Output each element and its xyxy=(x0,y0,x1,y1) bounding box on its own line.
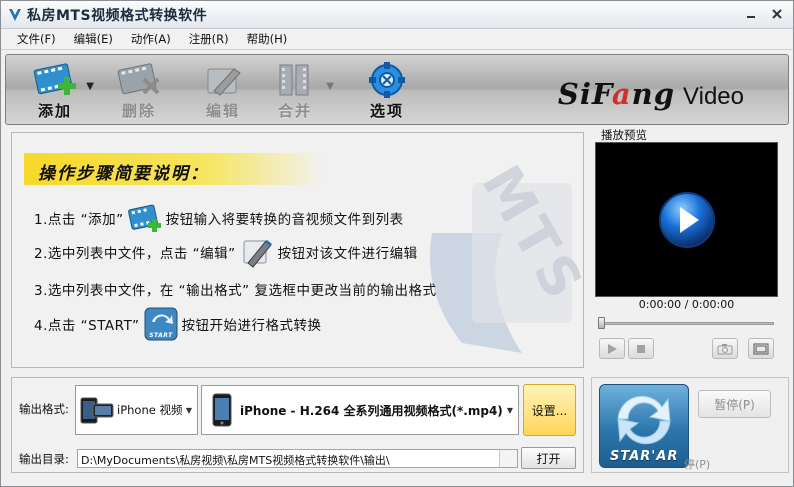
title-bar: 私房MTS视频格式转换软件 xyxy=(1,1,793,29)
step-3-text: 3.选中列表中文件，在 “输出格式” 复选框中更改当前的输出格式 xyxy=(34,283,437,299)
delete-button[interactable]: 删除 xyxy=(104,59,174,123)
stop-button-fragment[interactable]: 停(P) xyxy=(684,456,710,472)
pause-button[interactable]: 暂停(P) xyxy=(698,390,771,418)
snapshot-button[interactable] xyxy=(712,338,738,359)
chevron-down-icon[interactable]: ▼ xyxy=(181,386,197,434)
output-dir-field[interactable]: D:\MyDocuments\私房视频\私房MTS视频格式转换软件\输出\ xyxy=(77,449,518,468)
app-window: 私房MTS视频格式转换软件 文件(F) 编辑(E) 动作(A) 注册(R) 帮助… xyxy=(0,0,794,487)
menu-action[interactable]: 动作(A) xyxy=(125,31,183,47)
app-logo-icon xyxy=(9,8,21,21)
brand-logo: SiFang Video xyxy=(557,77,744,111)
playback-time: 0:00:00 / 0:00:00 xyxy=(638,298,735,311)
edit-label: 编辑 xyxy=(205,102,240,120)
merge-dropdown-icon[interactable]: ▼ xyxy=(326,81,334,92)
toolbar: 添加 ▼ 删除 编辑 合并 ▼ 选项 SiFang Video xyxy=(5,54,789,125)
add-film-icon xyxy=(33,63,76,95)
start-button[interactable]: STAR'AR xyxy=(599,384,689,468)
preview-screen xyxy=(595,142,778,297)
play-button[interactable] xyxy=(599,338,625,359)
seek-track xyxy=(600,322,774,325)
step-2-text: 2.选中列表中文件，点击 “编辑” xyxy=(34,246,236,262)
device-select[interactable]: iPhone 视频 ▼ xyxy=(75,385,198,435)
start-convert-icon: START xyxy=(144,307,178,341)
convert-arrows-icon xyxy=(617,395,671,445)
minimize-button[interactable] xyxy=(741,5,761,23)
iphone-format-icon xyxy=(212,393,232,427)
step-1-text: 1.点击 “添加” xyxy=(34,212,124,228)
options-button[interactable]: 选项 xyxy=(352,59,422,123)
add-film-icon xyxy=(127,204,161,232)
edit-icon xyxy=(243,239,272,268)
step-4: 4.点击 “START” START 按钮开始进行格式转换 xyxy=(34,307,322,341)
open-folder-button[interactable]: 打开 xyxy=(521,447,576,469)
format-select[interactable]: iPhone - H.264 全系列通用视频格式(*.mp4) ▼ xyxy=(201,385,519,435)
play-icon[interactable] xyxy=(657,190,717,250)
instructions-title: 操作步骤简要说明： xyxy=(24,153,324,185)
fullscreen-button[interactable] xyxy=(748,338,774,359)
stop-button[interactable] xyxy=(628,338,654,359)
gear-icon xyxy=(369,62,405,98)
start-label: STAR'AR xyxy=(610,449,679,464)
step-4-suffix: 按钮开始进行格式转换 xyxy=(181,318,322,334)
chevron-down-icon[interactable]: ▼ xyxy=(502,386,518,434)
step-1-suffix: 按钮输入将要转换的音视频文件到列表 xyxy=(165,212,404,228)
menu-file[interactable]: 文件(F) xyxy=(11,31,68,47)
camera-icon xyxy=(717,343,733,354)
step-1: 1.点击 “添加” 按钮输入将要转换的音视频文件到列表 xyxy=(34,201,404,235)
menu-help[interactable]: 帮助(H) xyxy=(241,31,300,47)
step-4-text: 4.点击 “START” xyxy=(34,318,140,334)
play-small-icon xyxy=(608,343,617,354)
menu-bar: 文件(F) 编辑(E) 动作(A) 注册(R) 帮助(H) xyxy=(1,29,793,50)
merge-button[interactable]: 合并 ▼ xyxy=(260,59,334,123)
delete-label: 删除 xyxy=(121,102,156,120)
fullscreen-icon xyxy=(753,343,769,354)
step-2-suffix: 按钮对该文件进行编辑 xyxy=(277,246,418,262)
step-2: 2.选中列表中文件，点击 “编辑” 按钮对该文件进行编辑 xyxy=(34,235,418,269)
output-dir-value: D:\MyDocuments\私房视频\私房MTS视频格式转换软件\输出\ xyxy=(81,454,390,467)
device-value: iPhone 视频 xyxy=(117,403,183,417)
add-label: 添加 xyxy=(37,102,72,120)
edit-icon xyxy=(207,68,241,96)
iphone-device-icon xyxy=(80,397,114,424)
options-label: 选项 xyxy=(369,102,404,120)
start-icon-text: START xyxy=(149,332,173,339)
merge-label: 合并 xyxy=(277,102,312,120)
add-dropdown-icon[interactable]: ▼ xyxy=(86,81,94,92)
minimize-icon xyxy=(747,16,755,18)
close-icon xyxy=(772,9,782,19)
seek-slider[interactable] xyxy=(598,317,774,329)
close-button[interactable] xyxy=(767,5,787,23)
stop-icon xyxy=(637,344,645,353)
menu-register[interactable]: 注册(R) xyxy=(183,31,241,47)
output-format-label: 输出格式: xyxy=(19,402,69,416)
seek-thumb[interactable] xyxy=(598,317,605,329)
format-value: iPhone - H.264 全系列通用视频格式(*.mp4) xyxy=(240,403,503,418)
menu-edit[interactable]: 编辑(E) xyxy=(68,31,125,47)
output-dir-label: 输出目录: xyxy=(19,452,69,466)
window-title: 私房MTS视频格式转换软件 xyxy=(27,7,208,24)
instructions-panel: 操作步骤简要说明： 1.点击 “添加” 按钮输入将要转换的音视频文件到列表 2.… xyxy=(11,132,584,368)
edit-button[interactable]: 编辑 xyxy=(188,59,258,123)
step-3: 3.选中列表中文件，在 “输出格式” 复选框中更改当前的输出格式 xyxy=(34,279,436,299)
delete-film-icon xyxy=(117,63,160,95)
merge-film-icon xyxy=(279,64,309,96)
add-button[interactable]: 添加 ▼ xyxy=(20,59,94,123)
settings-button[interactable]: 设置... xyxy=(523,384,576,436)
browse-box[interactable] xyxy=(499,450,517,467)
preview-label: 播放预览 xyxy=(601,128,647,142)
